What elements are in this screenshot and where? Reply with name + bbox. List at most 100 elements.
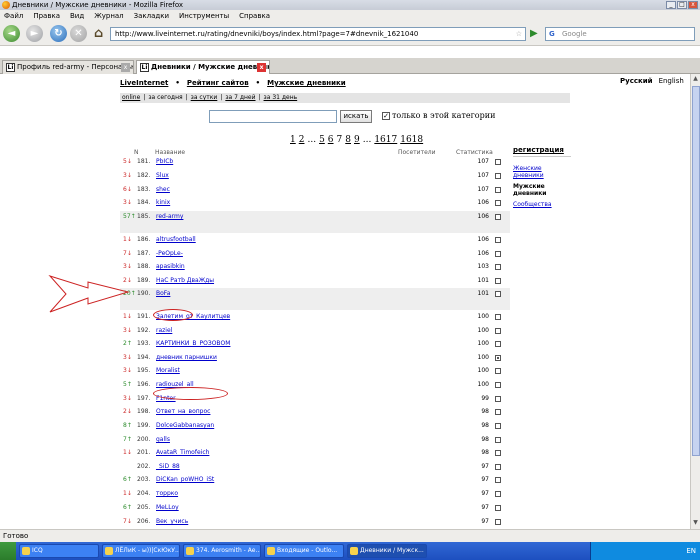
diary-link[interactable]: MeLLoy xyxy=(156,502,179,514)
minimize-button[interactable]: _ xyxy=(666,1,676,9)
menu-view[interactable]: Вид xyxy=(70,10,84,22)
page-link[interactable]: 9 xyxy=(354,135,360,145)
diary-link[interactable]: apasibkin xyxy=(156,261,185,273)
diary-link[interactable]: AvataR_Timofeich xyxy=(156,447,209,459)
row-checkbox[interactable] xyxy=(495,200,501,206)
diary-link[interactable]: BoFa xyxy=(156,288,170,300)
url-field[interactable]: http://www.liveinternet.ru/rating/dnevni… xyxy=(110,27,526,41)
filter-day[interactable]: за сутки xyxy=(191,93,218,103)
google-icon[interactable]: G xyxy=(549,28,555,40)
row-checkbox[interactable] xyxy=(495,314,501,320)
menu-edit[interactable]: Правка xyxy=(33,10,60,22)
diary-link[interactable]: дневник парнишки xyxy=(156,352,217,364)
row-checkbox[interactable] xyxy=(495,264,501,270)
row-checkbox[interactable] xyxy=(495,423,501,429)
diary-link[interactable]: Moralist xyxy=(156,365,180,377)
forward-button[interactable]: ► xyxy=(26,25,43,42)
taskbar-item-outlook[interactable]: Входящие - Outlo... xyxy=(264,544,344,558)
diary-link[interactable]: altrusfootball xyxy=(156,234,196,246)
reload-button[interactable]: ↻ xyxy=(50,25,67,42)
start-button[interactable] xyxy=(0,542,16,560)
row-checkbox[interactable] xyxy=(495,328,501,334)
tray-language[interactable]: EN xyxy=(686,547,696,555)
page-link[interactable]: 2 xyxy=(299,135,305,145)
diary-link[interactable]: galls xyxy=(156,434,170,446)
filter-online[interactable]: online xyxy=(122,93,140,103)
page-link[interactable]: 6 xyxy=(328,135,334,145)
row-checkbox[interactable] xyxy=(495,450,501,456)
page-link[interactable]: 1 xyxy=(290,135,296,145)
diary-link[interactable]: торрко xyxy=(156,488,178,500)
category-only-checkbox[interactable]: ✓ xyxy=(382,112,390,120)
home-button[interactable]: ⌂ xyxy=(90,25,107,42)
row-checkbox[interactable] xyxy=(495,278,501,284)
diary-link[interactable]: КАРТИНКИ_В_РОЗОВОМ xyxy=(156,338,230,350)
diary-link[interactable]: DolceGabbanasyan xyxy=(156,420,214,432)
tab-profile[interactable]: Li Профиль red-army - Персональна... x xyxy=(2,60,134,74)
diary-link[interactable]: shec xyxy=(156,184,170,196)
row-checkbox[interactable] xyxy=(495,477,501,483)
scroll-thumb[interactable] xyxy=(692,86,700,456)
scroll-down-icon[interactable]: ▼ xyxy=(691,518,700,528)
row-checkbox[interactable] xyxy=(495,159,501,165)
category-communities-link[interactable]: Сообщества xyxy=(513,201,573,208)
row-checkbox[interactable] xyxy=(495,368,501,374)
row-checkbox[interactable] xyxy=(495,355,501,361)
diary-link[interactable]: -PeOpLe- xyxy=(156,248,183,260)
row-checkbox[interactable] xyxy=(495,396,501,402)
diary-link[interactable]: Slux xyxy=(156,170,169,182)
row-checkbox[interactable] xyxy=(495,464,501,470)
web-search-field[interactable]: G Google xyxy=(545,27,695,41)
tab-diaries[interactable]: Li Дневники / Мужские дневники x xyxy=(136,60,270,74)
maximize-button[interactable]: □ xyxy=(677,1,687,9)
row-checkbox[interactable] xyxy=(495,251,501,257)
bookmark-star-icon[interactable]: ☆ xyxy=(516,28,522,40)
row-checkbox[interactable] xyxy=(495,187,501,193)
diary-link[interactable]: PbICb xyxy=(156,156,173,168)
taskbar-item-chat[interactable]: ЛЁЛиК - ы))|СкЮкУ... xyxy=(102,544,180,558)
row-checkbox[interactable] xyxy=(495,409,501,415)
diary-link[interactable]: DiCKan_poWHO_iSt xyxy=(156,474,214,486)
diary-link[interactable]: НаС Ратb ДваЖды xyxy=(156,275,214,287)
menu-file[interactable]: Файл xyxy=(4,10,23,22)
taskbar-item-icq[interactable]: ICQ xyxy=(19,544,99,558)
page-link[interactable]: 1618 xyxy=(400,135,423,145)
breadcrumb-rating[interactable]: Рейтинг сайтов xyxy=(187,79,249,87)
row-checkbox[interactable] xyxy=(495,437,501,443)
menu-history[interactable]: Журнал xyxy=(94,10,123,22)
taskbar-item-firefox[interactable]: Дневники / Мужск... xyxy=(347,544,427,558)
search-button[interactable]: искать xyxy=(340,110,372,123)
rating-search-input[interactable] xyxy=(209,110,337,123)
row-checkbox[interactable] xyxy=(495,214,501,220)
stop-button[interactable]: ✕ xyxy=(70,25,87,42)
diary-link[interactable]: raziel xyxy=(156,325,172,337)
page-link[interactable]: 5 xyxy=(319,135,325,145)
diary-link[interactable]: Век_учись xyxy=(156,516,188,528)
category-women-link[interactable]: Женские дневники xyxy=(513,165,573,179)
row-checkbox[interactable] xyxy=(495,505,501,511)
lang-russian[interactable]: Русский xyxy=(620,77,653,85)
scroll-up-icon[interactable]: ▲ xyxy=(691,74,700,84)
diary-link[interactable]: _SiD_88 xyxy=(156,461,180,473)
tab-close-icon[interactable]: x xyxy=(257,63,266,72)
breadcrumb-section[interactable]: Мужские дневники xyxy=(267,79,346,87)
register-link[interactable]: регистрация xyxy=(513,146,571,157)
filter-week[interactable]: за 7 дней xyxy=(225,93,255,103)
lang-english[interactable]: English xyxy=(659,77,684,85)
row-checkbox[interactable] xyxy=(495,491,501,497)
menu-tools[interactable]: Инструменты xyxy=(179,10,229,22)
diary-link[interactable]: red-army xyxy=(156,211,183,223)
back-button[interactable]: ◄ xyxy=(3,25,20,42)
taskbar-item-player[interactable]: 374. Aerosmith - Ae... xyxy=(183,544,261,558)
diary-link[interactable]: kinix xyxy=(156,197,170,209)
row-checkbox[interactable] xyxy=(495,291,501,297)
page-link[interactable]: 8 xyxy=(345,135,351,145)
tab-close-icon[interactable]: x xyxy=(121,63,130,72)
filter-today[interactable]: за сегодня xyxy=(148,93,182,103)
row-checkbox[interactable] xyxy=(495,341,501,347)
row-checkbox[interactable] xyxy=(495,519,501,525)
row-checkbox[interactable] xyxy=(495,382,501,388)
menu-bookmarks[interactable]: Закладки xyxy=(134,10,169,22)
menu-help[interactable]: Справка xyxy=(239,10,270,22)
row-checkbox[interactable] xyxy=(495,173,501,179)
